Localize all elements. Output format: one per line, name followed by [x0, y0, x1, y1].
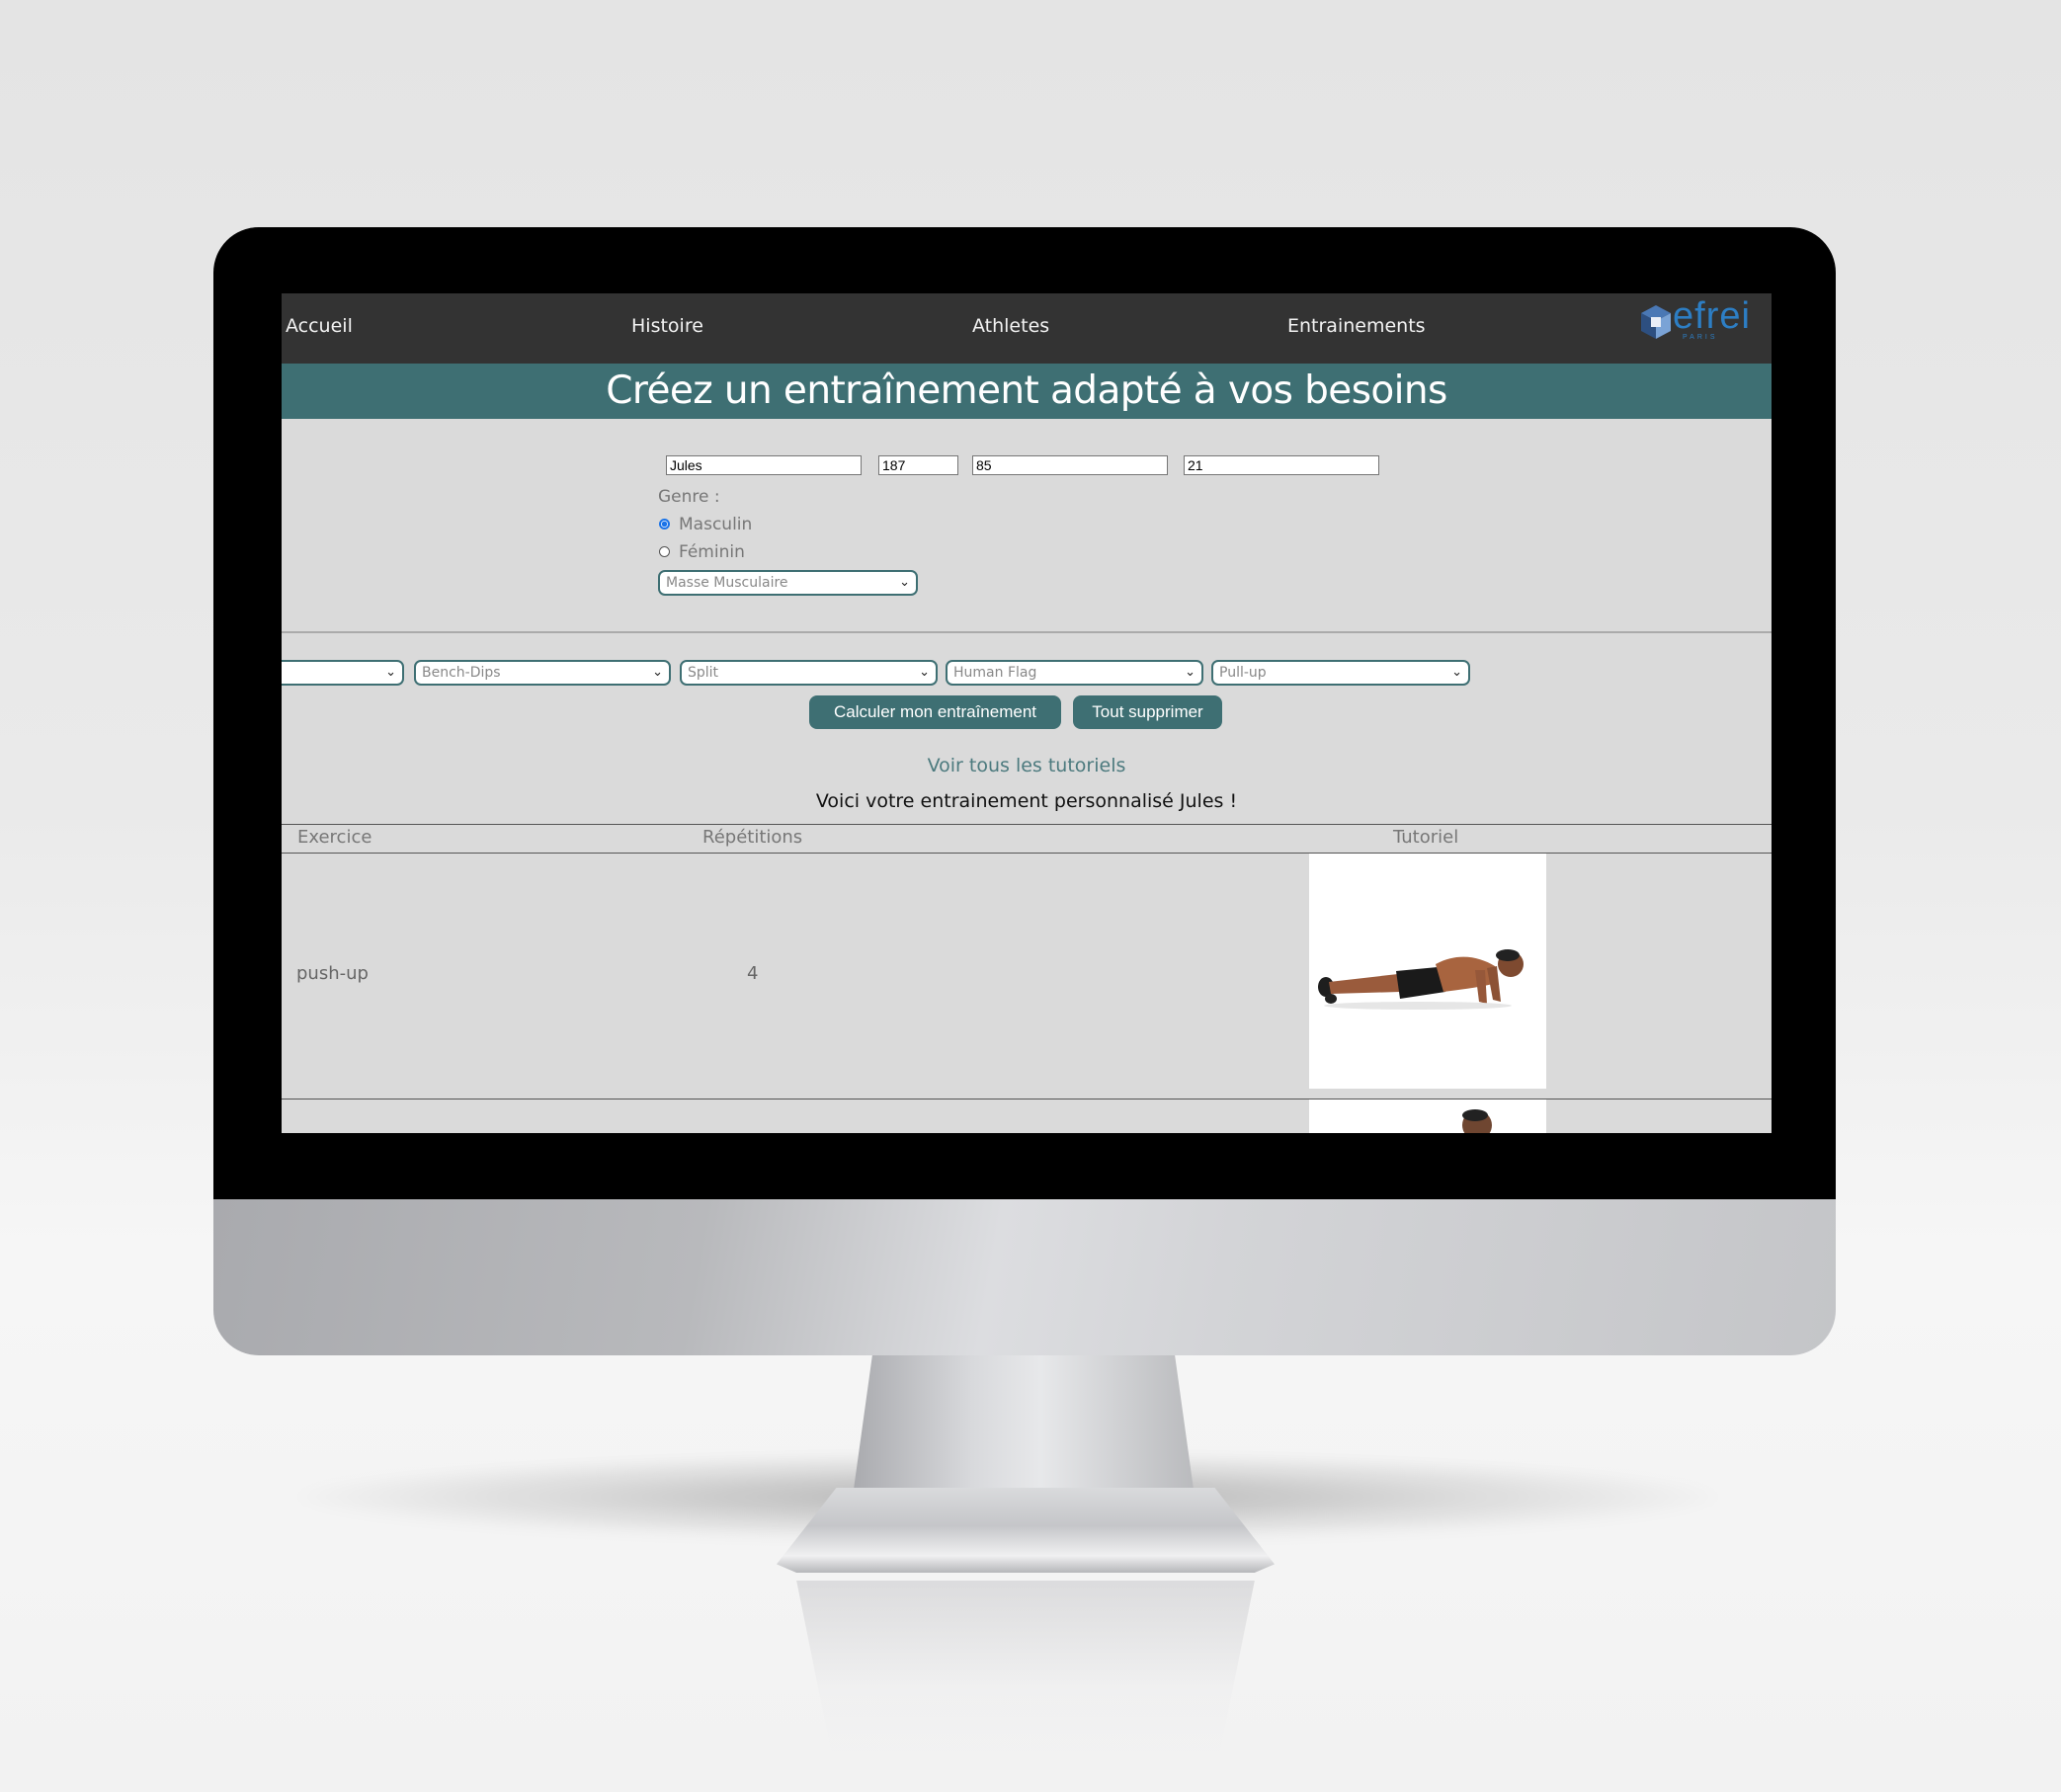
push-up-figure-icon	[1318, 949, 1524, 1010]
radio-masculin[interactable]	[659, 519, 670, 529]
chevron-down-icon: ⌄	[385, 665, 396, 680]
section-divider	[282, 631, 1772, 633]
chevron-down-icon: ⌄	[1451, 665, 1462, 680]
chevron-down-icon: ⌄	[899, 575, 910, 590]
browser-screen: Accueil Histoire Athletes Entrainements …	[282, 293, 1772, 1133]
nav-link-entrainements[interactable]: Entrainements	[1287, 315, 1426, 337]
logo-subtext: PARIS	[1683, 334, 1718, 341]
monitor-stand-neck	[852, 1355, 1195, 1504]
page-title: Créez un entraînement adapté à vos besoi…	[282, 364, 1772, 419]
radio-feminin-label: Féminin	[679, 542, 745, 562]
next-tutorial-image[interactable]	[1309, 1100, 1546, 1133]
push-up-tutorial-image[interactable]	[1309, 854, 1546, 1089]
navbar: Accueil Histoire Athletes Entrainements …	[282, 293, 1772, 364]
goal-select[interactable]: Masse Musculaire ⌄	[658, 570, 918, 596]
monitor-chin	[213, 1195, 1836, 1355]
radio-masculin-label: Masculin	[679, 515, 753, 534]
exercise-select-2-value: Bench-Dips	[422, 665, 501, 681]
age-input[interactable]	[1184, 455, 1379, 475]
result-message: Voici votre entrainement personnalisé Ju…	[815, 790, 1238, 812]
exercise-select-4[interactable]: Human Flag ⌄	[946, 660, 1203, 686]
name-input[interactable]	[666, 455, 862, 475]
stand-reflection	[796, 1581, 1255, 1778]
nav-link-accueil[interactable]: Accueil	[286, 315, 353, 337]
reps-cell: 4	[747, 963, 759, 984]
column-header-tutorial: Tutoriel	[1393, 827, 1459, 848]
exercise-select-2[interactable]: Bench-Dips ⌄	[414, 660, 671, 686]
exercise-select-3[interactable]: Split ⌄	[680, 660, 938, 686]
nav-link-athletes[interactable]: Athletes	[972, 315, 1049, 337]
exercise-cell: push-up	[296, 963, 369, 984]
logo-cube-icon	[1641, 305, 1671, 339]
monitor-stand-base	[777, 1488, 1275, 1573]
column-header-reps: Répétitions	[702, 827, 803, 848]
profile-form: Genre : Masculin Féminin Masse Musculair…	[282, 419, 1772, 628]
gender-label: Genre :	[658, 487, 720, 507]
radio-feminin[interactable]	[659, 546, 670, 557]
exercise-select-1[interactable]: ⌄	[282, 660, 404, 686]
clear-all-button[interactable]: Tout supprimer	[1073, 695, 1222, 729]
table-row-border	[282, 1099, 1772, 1100]
efrei-logo[interactable]: efrei PARIS	[1639, 295, 1762, 343]
calculate-button[interactable]: Calculer mon entraînement	[809, 695, 1061, 729]
goal-select-value: Masse Musculaire	[666, 575, 788, 591]
weight-input[interactable]	[972, 455, 1168, 475]
athlete-head-icon	[1462, 1109, 1492, 1133]
chevron-down-icon: ⌄	[919, 665, 930, 680]
nav-link-histoire[interactable]: Histoire	[631, 315, 703, 337]
exercise-select-5[interactable]: Pull-up ⌄	[1211, 660, 1470, 686]
chevron-down-icon: ⌄	[652, 665, 663, 680]
table-top-border	[282, 824, 1772, 825]
height-input[interactable]	[878, 455, 958, 475]
exercise-select-4-value: Human Flag	[953, 665, 1037, 681]
chevron-down-icon: ⌄	[1185, 665, 1195, 680]
exercise-select-3-value: Split	[688, 665, 719, 681]
table-header-border	[282, 853, 1772, 854]
exercise-select-5-value: Pull-up	[1219, 665, 1267, 681]
tutorials-link[interactable]: Voir tous les tutoriels	[282, 755, 1772, 776]
logo-text: efrei	[1673, 295, 1751, 337]
column-header-exercise: Exercice	[297, 827, 372, 848]
